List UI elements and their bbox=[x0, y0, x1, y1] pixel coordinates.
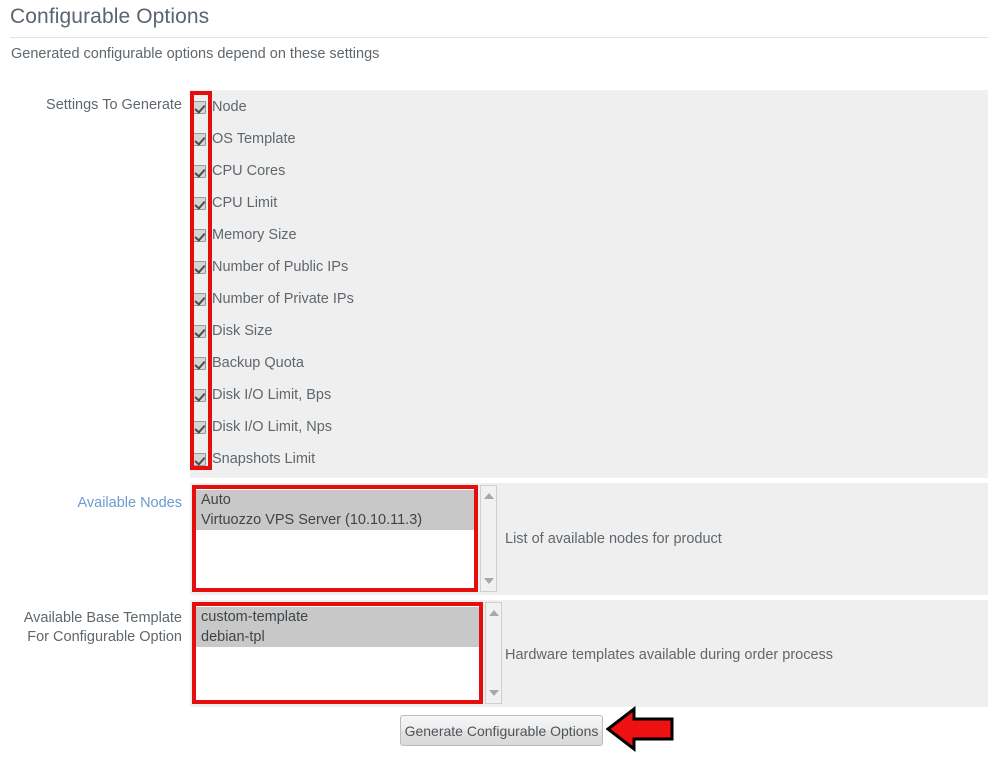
setting-checkbox-row[interactable]: Number of Private IPs bbox=[193, 289, 354, 309]
available-nodes-label[interactable]: Available Nodes bbox=[0, 494, 182, 513]
setting-checkbox-row[interactable]: Disk I/O Limit, Nps bbox=[193, 417, 332, 437]
list-option[interactable]: custom-template bbox=[193, 607, 483, 627]
setting-checkbox-row[interactable]: Snapshots Limit bbox=[193, 449, 315, 469]
available-nodes-scrollbar[interactable] bbox=[480, 485, 497, 592]
generate-configurable-options-button[interactable]: Generate Configurable Options bbox=[400, 715, 603, 746]
checkbox-checked-icon[interactable] bbox=[193, 356, 206, 370]
checkbox-checked-icon[interactable] bbox=[193, 324, 206, 338]
available-base-template-help-text: Hardware templates available during orde… bbox=[505, 647, 834, 663]
scroll-down-icon[interactable] bbox=[483, 578, 494, 584]
available-base-template-label-line1: Available Base Template bbox=[23, 610, 182, 626]
scroll-up-icon[interactable] bbox=[483, 493, 494, 499]
setting-checkbox-label: Backup Quota bbox=[212, 354, 304, 371]
scroll-down-icon[interactable] bbox=[488, 690, 499, 696]
setting-checkbox-row[interactable]: OS Template bbox=[193, 129, 296, 149]
annotation-arrow-left-icon bbox=[606, 706, 674, 752]
setting-checkbox-row[interactable]: CPU Cores bbox=[193, 161, 285, 181]
setting-checkbox-label: CPU Cores bbox=[212, 162, 286, 179]
list-option[interactable]: Virtuozzo VPS Server (10.10.11.3) bbox=[193, 510, 478, 530]
checkbox-checked-icon[interactable] bbox=[193, 388, 206, 402]
scroll-up-icon[interactable] bbox=[488, 610, 499, 616]
available-base-template-select[interactable]: custom-template debian-tpl bbox=[192, 602, 483, 704]
page-subtitle: Generated configurable options depend on… bbox=[11, 46, 380, 62]
setting-checkbox-row[interactable]: Disk Size bbox=[193, 321, 272, 341]
setting-checkbox-label: Disk I/O Limit, Bps bbox=[212, 386, 332, 403]
checkbox-checked-icon[interactable] bbox=[193, 132, 206, 146]
setting-checkbox-label: Number of Private IPs bbox=[212, 290, 354, 307]
checkbox-checked-icon[interactable] bbox=[193, 292, 206, 306]
available-base-template-scrollbar[interactable] bbox=[485, 602, 502, 704]
setting-checkbox-label: Memory Size bbox=[212, 226, 297, 243]
settings-to-generate-label: Settings To Generate bbox=[46, 97, 182, 113]
checkbox-checked-icon[interactable] bbox=[193, 420, 206, 434]
available-base-template-label: Available Base Template For Configurable… bbox=[0, 609, 182, 647]
setting-checkbox-label: OS Template bbox=[212, 130, 296, 147]
settings-to-generate-panel: Node OS Template CPU Cores CPU Limit Memory … bbox=[190, 90, 988, 478]
setting-checkbox-row[interactable]: Disk I/O Limit, Bps bbox=[193, 385, 331, 405]
setting-checkbox-label: Number of Public IPs bbox=[212, 258, 349, 275]
available-base-template-listbox-wrap: custom-template debian-tpl bbox=[192, 602, 502, 704]
available-nodes-help-text: List of available nodes for product bbox=[505, 531, 722, 547]
setting-checkbox-label: Node bbox=[212, 98, 247, 115]
available-base-template-label-line2: For Configurable Option bbox=[27, 629, 182, 645]
list-option[interactable]: Auto bbox=[193, 490, 478, 510]
checkbox-checked-icon[interactable] bbox=[193, 228, 206, 242]
list-option[interactable]: debian-tpl bbox=[193, 627, 483, 647]
checkbox-checked-icon[interactable] bbox=[193, 164, 206, 178]
available-nodes-select[interactable]: Auto Virtuozzo VPS Server (10.10.11.3) bbox=[192, 485, 478, 592]
checkbox-checked-icon[interactable] bbox=[193, 100, 206, 114]
setting-checkbox-row[interactable]: Memory Size bbox=[193, 225, 297, 245]
setting-checkbox-label: CPU Limit bbox=[212, 194, 278, 211]
setting-checkbox-row[interactable]: Node bbox=[193, 97, 247, 117]
setting-checkbox-label: Disk Size bbox=[212, 322, 273, 339]
checkbox-checked-icon[interactable] bbox=[193, 452, 206, 466]
setting-checkbox-row[interactable]: Number of Public IPs bbox=[193, 257, 348, 277]
available-nodes-listbox-wrap: Auto Virtuozzo VPS Server (10.10.11.3) bbox=[192, 485, 497, 592]
setting-checkbox-label: Disk I/O Limit, Nps bbox=[212, 418, 333, 435]
title-divider bbox=[10, 37, 988, 38]
page-title: Configurable Options bbox=[10, 5, 210, 28]
setting-checkbox-row[interactable]: Backup Quota bbox=[193, 353, 304, 373]
checkbox-checked-icon[interactable] bbox=[193, 196, 206, 210]
setting-checkbox-label: Snapshots Limit bbox=[212, 450, 316, 467]
checkbox-checked-icon[interactable] bbox=[193, 260, 206, 274]
setting-checkbox-row[interactable]: CPU Limit bbox=[193, 193, 277, 213]
